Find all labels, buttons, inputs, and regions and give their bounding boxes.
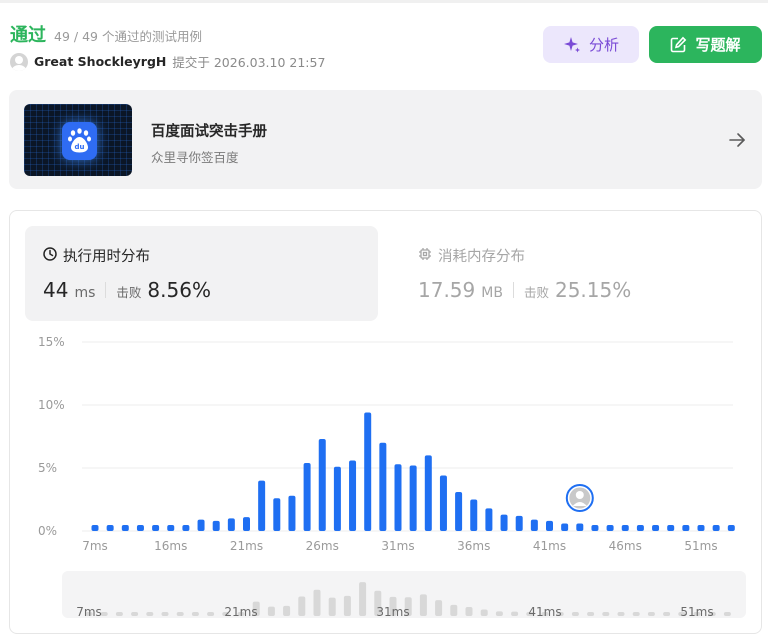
- runtime-unit: ms: [74, 285, 96, 301]
- edit-icon: [670, 36, 687, 53]
- memory-unit: MB: [481, 285, 503, 301]
- memory-value: 17.59: [418, 278, 476, 302]
- sparkle-icon: [563, 36, 581, 54]
- runtime-label: 执行用时分布: [63, 249, 150, 265]
- divider: [512, 282, 514, 298]
- analyze-button[interactable]: 分析: [543, 26, 639, 63]
- submit-time: 提交于 2026.03.10 21:57: [172, 55, 326, 70]
- analyze-label: 分析: [588, 36, 619, 54]
- promo-banner[interactable]: du 百度面试突击手册 众里寻你签百度: [9, 90, 762, 189]
- promo-image: du: [24, 104, 132, 176]
- top-divider: [0, 0, 768, 3]
- memory-beat-label: 击败: [523, 285, 549, 300]
- baidu-logo: du: [62, 122, 97, 160]
- divider: [105, 282, 107, 298]
- stats-card: 执行用时分布 44 ms 击败 8.56% 消耗内存分布 17.59 MB 击败…: [9, 210, 762, 634]
- memory-beat-value: 25.15%: [554, 278, 632, 302]
- arrow-right-icon[interactable]: [727, 130, 747, 154]
- status-title: 通过: [10, 25, 46, 46]
- memory-label: 消耗内存分布: [438, 249, 525, 265]
- runtime-value: 44: [43, 278, 69, 302]
- write-solution-button[interactable]: 写题解: [649, 26, 762, 63]
- runtime-beat-label: 击败: [116, 285, 142, 300]
- solution-label: 写题解: [695, 36, 741, 54]
- logo-text: du: [75, 143, 85, 151]
- runtime-beat-value: 8.56%: [147, 278, 211, 302]
- chip-icon: [418, 247, 432, 265]
- testcase-count: 49 / 49 个通过的测试用例: [54, 29, 202, 44]
- clock-icon: [43, 246, 57, 265]
- promo-subtitle: 众里寻你签百度: [151, 150, 239, 165]
- promo-title: 百度面试突击手册: [151, 124, 267, 140]
- tab-runtime[interactable]: 执行用时分布 44 ms 击败 8.56%: [25, 226, 378, 321]
- author-row: Great ShockleyrgH 提交于 2026.03.10 21:57: [10, 52, 325, 71]
- submission-status: 通过 49 / 49 个通过的测试用例: [10, 21, 202, 47]
- author-avatar[interactable]: [10, 52, 28, 71]
- tab-memory[interactable]: 消耗内存分布 17.59 MB 击败 25.15%: [400, 226, 753, 321]
- author-name[interactable]: Great ShockleyrgH: [34, 54, 166, 69]
